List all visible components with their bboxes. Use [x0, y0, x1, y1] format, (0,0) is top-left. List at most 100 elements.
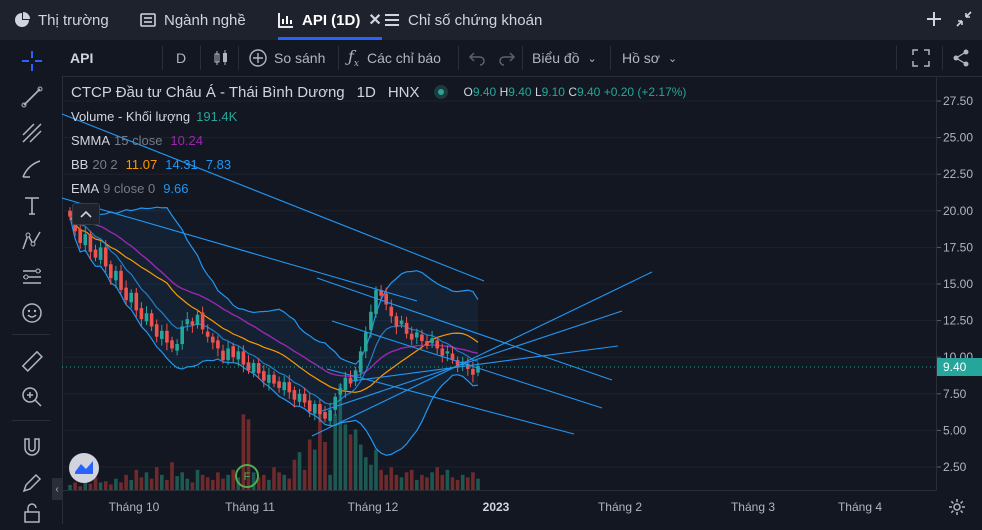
candle-body [358, 351, 363, 373]
tab-api-chart[interactable]: API (1D) ✕ [278, 0, 382, 40]
indicators-button[interactable]: ƒx Các chỉ báo [348, 40, 441, 76]
volume-bar [139, 477, 144, 490]
redo-button[interactable] [498, 40, 516, 76]
candle-body [420, 334, 424, 342]
chart-settings-button[interactable] [946, 496, 968, 518]
candle-body [302, 393, 307, 403]
volume-bar [445, 469, 450, 490]
price-tick-label: 25.00 [943, 131, 973, 145]
price-tick-label: 2.50 [943, 460, 967, 474]
prediction-tool[interactable] [19, 264, 45, 290]
legend-title-row[interactable]: CTCP Đầu tư Châu Á - Thái Bình Dương 1D … [71, 82, 686, 102]
minimize-button[interactable] [953, 8, 975, 30]
price-axis[interactable]: 27.50 25.00 22.50 20.00 17.50 15.00 12.50 10.00… [936, 76, 982, 490]
volume-bar [211, 479, 215, 490]
text-tool[interactable] [19, 192, 45, 218]
pattern-tool[interactable] [19, 228, 45, 254]
chart-type-label: Biểu đồ [532, 50, 580, 66]
volume-bar [450, 477, 455, 490]
candle-body [129, 292, 133, 303]
legend-smma[interactable]: SMMA 15 close 10.24 [71, 128, 686, 152]
volume-bar [190, 482, 195, 490]
undo-icon [468, 52, 485, 66]
volume-bar [216, 472, 220, 490]
legend-collapse-button[interactable] [72, 203, 100, 225]
candle-body [93, 249, 98, 258]
function-icon: ƒx [348, 46, 359, 70]
measure-tool[interactable] [19, 348, 45, 374]
candle-body [425, 341, 429, 346]
fib-tool[interactable] [19, 120, 45, 146]
chart-legend: CTCP Đầu tư Châu Á - Thái Bình Dương 1D … [71, 82, 686, 200]
trendline-tool[interactable] [19, 84, 45, 110]
chart-style-button[interactable] [212, 40, 230, 76]
volume-bar [323, 442, 327, 490]
magnet-tool[interactable] [19, 434, 45, 460]
candle-body [195, 314, 200, 325]
volume-bar [435, 467, 439, 490]
legend-bb[interactable]: BB 20 2 11.07 14.31 7.83 [71, 152, 686, 176]
time-tick-label: Tháng 11 [225, 500, 275, 514]
crosshair-tool[interactable] [19, 48, 45, 74]
pitchfork-icon [22, 123, 42, 143]
volume-bar [226, 474, 230, 490]
candle-body [139, 308, 144, 320]
pencil-lock-icon [22, 473, 42, 493]
candlestick-chart-icon [278, 13, 293, 28]
list-icon [140, 13, 156, 27]
volume-bar [114, 478, 118, 490]
candle-body [83, 234, 88, 246]
interval-select[interactable]: D [176, 40, 186, 76]
brush-icon [22, 160, 41, 178]
chevron-up-icon [80, 210, 92, 218]
chart-type-menu[interactable]: Biểu đồ ⌄ [532, 40, 597, 76]
profile-menu[interactable]: Hồ sơ ⌄ [622, 40, 677, 76]
tab-industry[interactable]: Ngành nghề [140, 0, 246, 40]
candle-body [364, 332, 368, 352]
indicators-label: Các chỉ báo [367, 50, 441, 66]
candle-body [236, 351, 241, 360]
icon-tool[interactable] [19, 300, 45, 326]
crosshair-icon [22, 51, 42, 71]
compare-button[interactable]: So sánh [248, 40, 325, 76]
volume-bar [455, 479, 460, 490]
share-button[interactable] [952, 40, 970, 76]
lock-drawing-tool[interactable] [19, 470, 45, 496]
tab-label: Ngành nghề [164, 11, 246, 29]
tab-market[interactable]: Thị trường [14, 0, 109, 40]
tab-stock-index[interactable]: Chỉ số chứng khoán [384, 0, 542, 40]
legend-interval: 1D [356, 83, 376, 101]
candle-body [292, 390, 297, 400]
brush-tool[interactable] [19, 156, 45, 182]
fullscreen-button[interactable] [912, 40, 930, 76]
candle-body [287, 382, 292, 393]
lock-tool[interactable] [19, 500, 45, 526]
volume-bar [476, 478, 480, 490]
time-axis[interactable]: Tháng 10 Tháng 11 Tháng 12 2023 Tháng 2 Tháng… [62, 490, 936, 525]
symbol-search[interactable]: API [70, 40, 93, 76]
legend-ema[interactable]: EMA 9 close 0 9.66 [71, 176, 686, 200]
volume-bar [404, 472, 409, 490]
time-tick-label: Tháng 10 [109, 500, 160, 514]
volume-bar [353, 429, 358, 490]
volume-bar [399, 477, 404, 490]
zoom-tool[interactable] [19, 384, 45, 410]
candle-body [328, 409, 332, 421]
volume-bar [160, 474, 164, 490]
close-icon[interactable]: ✕ [368, 10, 381, 30]
sidebar-collapse-toggle[interactable]: ‹ [52, 478, 62, 500]
candle-body [471, 368, 475, 375]
magnet-icon [24, 438, 40, 456]
volume-bar [119, 482, 123, 490]
tab-label: Chỉ số chứng khoán [408, 11, 543, 29]
volume-bar [425, 477, 429, 490]
price-tick-label: 7.50 [943, 387, 967, 401]
undo-button[interactable] [468, 40, 486, 76]
add-tab-button[interactable] [923, 8, 945, 30]
candle-body [256, 363, 261, 374]
price-tick-label: 15.00 [943, 277, 973, 291]
candle-body [323, 412, 327, 419]
legend-volume[interactable]: Volume - Khối lượng 191.4K [71, 104, 686, 128]
candle-body [251, 363, 256, 373]
candle-body [246, 362, 251, 371]
